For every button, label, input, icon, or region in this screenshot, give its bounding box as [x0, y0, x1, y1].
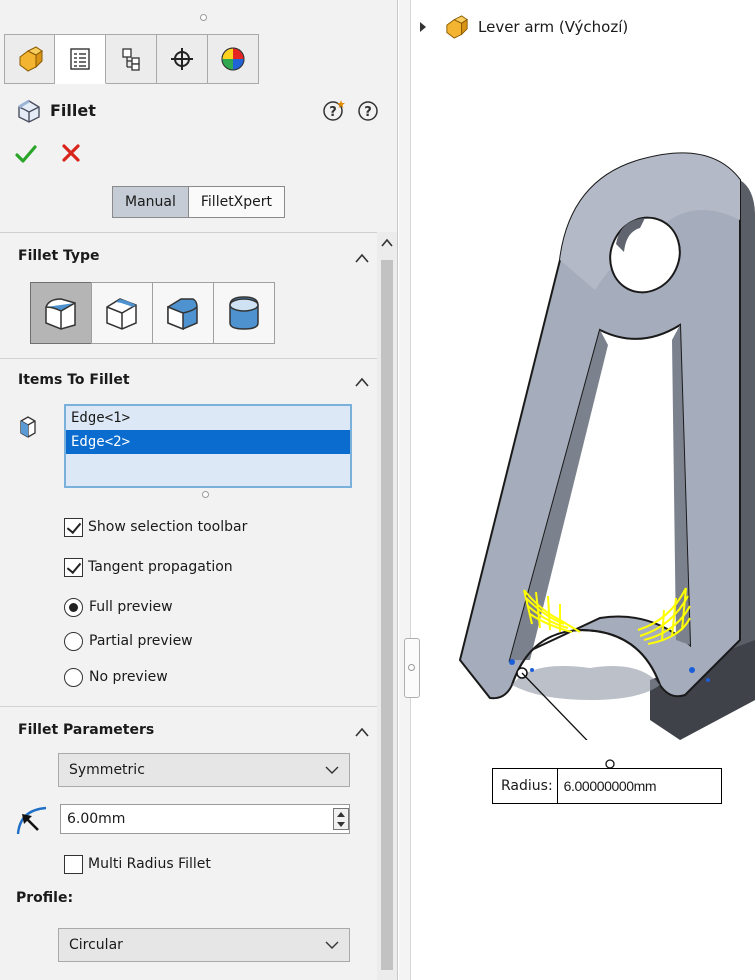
- full-round-fillet-button[interactable]: [213, 282, 275, 344]
- tangent-propagation-checkbox[interactable]: [64, 557, 83, 577]
- part-name-label: Lever arm (Výchozí): [478, 18, 629, 36]
- collapse-items-to-fillet-chevron-icon[interactable]: [354, 376, 370, 388]
- tangent-propagation-option[interactable]: Tangent propagation: [64, 555, 233, 579]
- items-to-fillet-listbox[interactable]: Edge<1> Edge<2>: [64, 404, 352, 488]
- multi-radius-fillet-checkbox[interactable]: [64, 854, 83, 874]
- no-preview-radio[interactable]: [64, 667, 83, 687]
- edge-selection-icon: [20, 416, 36, 438]
- variable-size-fillet-button[interactable]: [91, 282, 153, 344]
- spin-down-icon[interactable]: [337, 822, 345, 828]
- radius-spinner[interactable]: [333, 808, 349, 830]
- ok-checkmark-button[interactable]: [14, 142, 38, 166]
- group-divider: [0, 706, 377, 707]
- tangent-propagation-label: Tangent propagation: [88, 559, 233, 575]
- fillet-feature-icon: [18, 99, 40, 123]
- radius-icon: [16, 806, 47, 835]
- help-icon[interactable]: ?: [356, 98, 380, 122]
- full-preview-label: Full preview: [89, 599, 173, 615]
- fillet-type-buttons: [30, 282, 275, 344]
- constant-size-fillet-icon: [45, 298, 76, 330]
- scroll-up-arrow-icon[interactable]: [380, 236, 394, 250]
- splitter-grip: [408, 664, 415, 671]
- items-to-fillet-title: Items To Fillet: [18, 372, 130, 388]
- fillet-mode-toggle: Manual FilletXpert: [112, 186, 286, 218]
- partial-preview-radio[interactable]: [64, 631, 83, 651]
- show-selection-toolbar-option[interactable]: Show selection toolbar: [64, 515, 247, 539]
- property-manager-header: Fillet ? ?: [16, 96, 388, 128]
- face-fillet-button[interactable]: [152, 282, 214, 344]
- spin-up-icon[interactable]: [337, 811, 345, 817]
- collapse-fillet-type-chevron-icon[interactable]: [354, 252, 370, 264]
- radius-input[interactable]: 6.00mm: [60, 804, 350, 834]
- filletxpert-tab[interactable]: FilletXpert: [188, 187, 285, 217]
- group-divider: [0, 358, 377, 359]
- crosshair-icon: [171, 48, 193, 70]
- radius-callout[interactable]: Radius: 6.00000000mm: [492, 768, 722, 804]
- partial-preview-option[interactable]: Partial preview: [64, 629, 193, 653]
- show-selection-toolbar-label: Show selection toolbar: [88, 519, 248, 535]
- fillet-method-value: Symmetric: [69, 762, 145, 778]
- fillet-method-select[interactable]: Symmetric: [58, 753, 350, 787]
- splitter-collapse-handle[interactable]: [404, 638, 420, 698]
- constant-size-fillet-button[interactable]: [30, 282, 92, 344]
- svg-text:?: ?: [329, 105, 337, 120]
- chevron-down-icon: [325, 941, 339, 949]
- partial-preview-label: Partial preview: [89, 633, 193, 649]
- panel-scrollbar[interactable]: [377, 232, 397, 980]
- dimxpertmanager-tab[interactable]: [157, 34, 208, 84]
- full-preview-option[interactable]: Full preview: [64, 595, 173, 619]
- multi-radius-fillet-label: Multi Radius Fillet: [88, 856, 211, 872]
- no-preview-label: No preview: [89, 669, 168, 685]
- collapse-fillet-parameters-chevron-icon[interactable]: [354, 726, 370, 738]
- panel-resize-grip[interactable]: [200, 14, 207, 21]
- fillet-parameters-title: Fillet Parameters: [18, 722, 155, 738]
- manual-tab[interactable]: Manual: [113, 187, 189, 217]
- radius-callout-value[interactable]: 6.00000000mm: [558, 769, 657, 803]
- parts-icon: [19, 46, 43, 72]
- svg-text:?: ?: [364, 105, 372, 120]
- multi-radius-fillet-option[interactable]: Multi Radius Fillet: [64, 852, 211, 876]
- radius-callout-label: Radius:: [493, 769, 558, 803]
- ok-cancel-bar: [14, 142, 82, 172]
- configurationmanager-tab[interactable]: [106, 34, 157, 84]
- cancel-x-button[interactable]: [60, 142, 82, 164]
- displaymanager-tab[interactable]: [208, 34, 259, 84]
- propertymanager-tab[interactable]: [55, 34, 106, 84]
- page-title: Fillet: [50, 101, 96, 120]
- scrollbar-thumb[interactable]: [381, 260, 393, 970]
- edge-list-item-selected[interactable]: Edge<2>: [66, 430, 350, 454]
- variable-size-fillet-icon: [106, 298, 137, 330]
- flyout-tree-root[interactable]: Lever arm (Výchozí): [420, 14, 628, 40]
- show-selection-toolbar-checkbox[interactable]: [64, 517, 83, 537]
- face-fillet-icon: [167, 298, 198, 331]
- property-list-icon: [70, 48, 90, 70]
- detailed-preview-help-icon[interactable]: ?: [322, 98, 346, 122]
- expand-arrow-icon[interactable]: [420, 22, 426, 32]
- chevron-down-icon: [325, 766, 339, 774]
- edge-list-item[interactable]: Edge<1>: [66, 406, 350, 430]
- lever-arm-model[interactable]: [440, 140, 755, 740]
- no-preview-option[interactable]: No preview: [64, 665, 168, 689]
- profile-value: Circular: [69, 937, 123, 953]
- manager-tabs: [4, 34, 259, 84]
- panel-splitter[interactable]: [399, 0, 411, 980]
- configuration-icon: [122, 48, 140, 71]
- full-preview-radio[interactable]: [64, 597, 83, 617]
- property-manager-panel: Fillet ? ? Manual FilletXpert Fillet Typ…: [0, 0, 398, 980]
- profile-select[interactable]: Circular: [58, 928, 350, 962]
- appearance-icon: [221, 47, 245, 71]
- fillet-type-title: Fillet Type: [18, 248, 100, 264]
- full-round-fillet-icon: [229, 296, 259, 330]
- listbox-resize-grip[interactable]: [202, 491, 209, 498]
- part-icon: [446, 15, 468, 39]
- featuremanager-tab[interactable]: [4, 34, 55, 84]
- profile-label: Profile:: [16, 890, 74, 906]
